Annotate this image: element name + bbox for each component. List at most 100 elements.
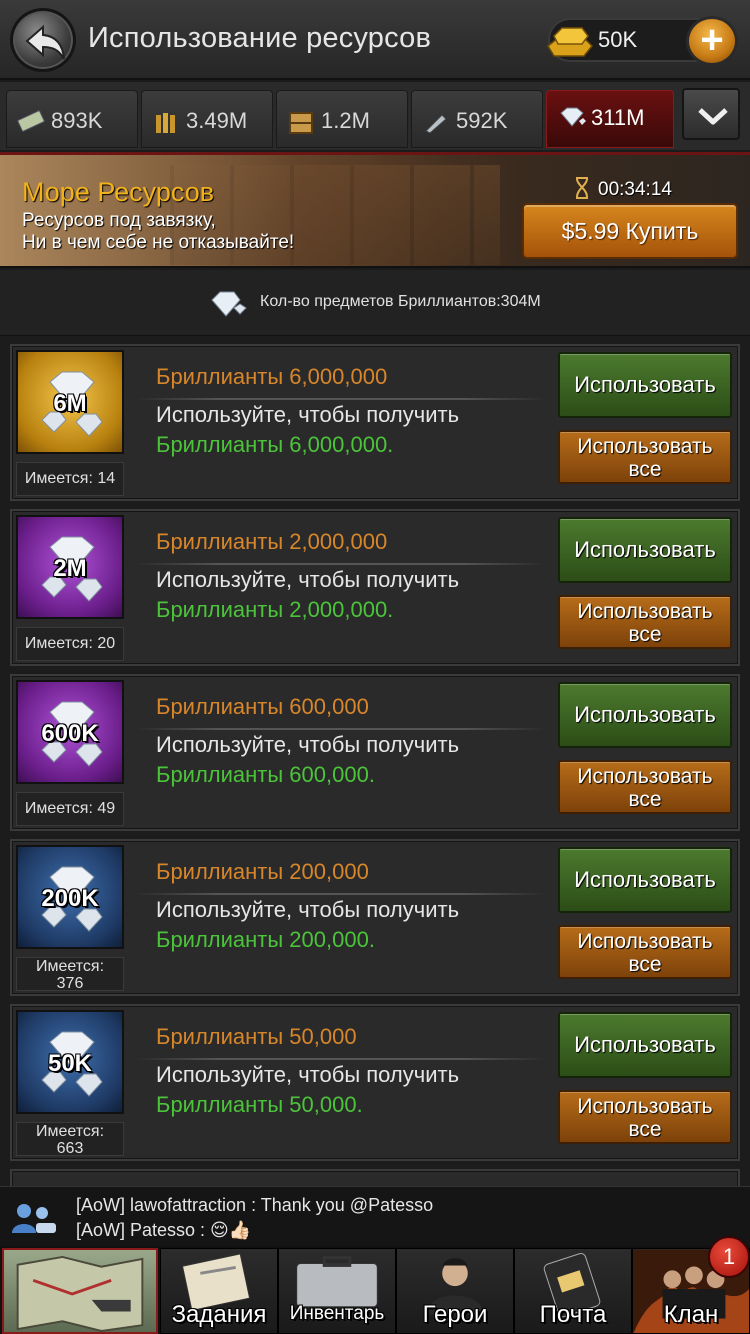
list-item: 2M Имеется: 20 Бриллианты 2,000,000 Испо… <box>10 509 740 666</box>
item-title: Бриллианты 600,000 <box>156 694 369 719</box>
item-reward: Бриллианты 600,000. <box>156 762 375 787</box>
list-item: 200K Имеется: 376 Бриллианты 200,000 Исп… <box>10 839 740 996</box>
divider <box>136 728 546 730</box>
nav-tasks[interactable]: Задания <box>160 1248 278 1334</box>
crates-value: 1.2M <box>321 108 370 133</box>
ammo-value: 3.49M <box>186 108 248 133</box>
header-bar: Использование ресурсов 50K + <box>0 0 750 80</box>
map-icon <box>16 1255 144 1332</box>
use-all-button[interactable]: Использовать все <box>558 760 732 814</box>
hourglass-icon <box>574 177 590 205</box>
buy-button[interactable]: $5.99 Купить <box>522 203 738 259</box>
banner-title: Море Ресурсов <box>22 177 215 207</box>
metal-value: 592K <box>456 108 508 133</box>
notification-badge: 1 <box>708 1236 750 1278</box>
use-button[interactable]: Использовать <box>558 847 732 913</box>
chevron-down-icon <box>698 108 728 125</box>
page-title: Использование ресурсов <box>88 22 432 54</box>
use-all-button[interactable]: Использовать все <box>558 1090 732 1144</box>
item-amount-badge: 600K <box>41 720 99 747</box>
add-gold-button[interactable]: + <box>686 16 738 66</box>
use-button[interactable]: Использовать <box>558 352 732 418</box>
item-owned-count: Имеется: 20 <box>16 627 124 661</box>
item-thumbnail: 200K <box>16 845 124 949</box>
item-amount-badge: 6M <box>53 390 87 417</box>
cash-value: 893K <box>51 108 103 133</box>
item-reward: Бриллианты 200,000. <box>156 927 375 952</box>
use-all-button[interactable]: Использовать все <box>558 925 732 979</box>
item-owned-count: Имеется: 376 <box>16 957 124 992</box>
item-description: Используйте, чтобы получить <box>156 402 460 427</box>
item-owned-count: Имеется: 663 <box>16 1122 124 1157</box>
banner-subtitle-2: Ни в чем себе не отказывайте! <box>22 232 295 253</box>
tab-crates[interactable]: 1.2M <box>276 90 408 148</box>
chat-message: [AoW] Patesso : 😌👍🏻 <box>76 1220 252 1240</box>
back-button[interactable] <box>10 8 76 72</box>
diamonds-value: 311M <box>591 105 645 130</box>
item-title: Бриллианты 200,000 <box>156 859 369 884</box>
item-title: Бриллианты 6,000,000 <box>156 364 388 389</box>
tab-cash[interactable]: 893K <box>6 90 138 148</box>
nav-label: Герои <box>422 1301 488 1328</box>
banner-subtitle-1: Ресурсов под завязку, <box>22 210 216 231</box>
use-button[interactable]: Использовать <box>558 682 732 748</box>
divider <box>136 563 546 565</box>
chat-icon <box>12 1204 56 1233</box>
item-owned-count: Имеется: 49 <box>16 792 124 826</box>
item-amount-badge: 50K <box>47 1050 93 1077</box>
item-thumbnail: 600K <box>16 680 124 784</box>
nav-label: Почта <box>539 1301 607 1328</box>
item-description: Используйте, чтобы получить <box>156 567 460 592</box>
item-count-row: Кол-во предметов Бриллиантов:304M <box>0 270 750 336</box>
list-item: 6M Имеется: 14 Бриллианты 6,000,000 Испо… <box>10 344 740 501</box>
chat-bar[interactable]: [AoW] lawofattraction : Thank you @Pates… <box>0 1186 750 1246</box>
item-description: Используйте, чтобы получить <box>156 732 460 757</box>
diamond-icon <box>557 105 587 135</box>
item-amount-badge: 200K <box>41 885 99 912</box>
gold-value: 50K <box>598 27 638 52</box>
resource-dropdown-button[interactable] <box>682 88 740 140</box>
list-item: 600K Имеется: 49 Бриллианты 600,000 Испо… <box>10 674 740 831</box>
item-owned-count: Имеется: 14 <box>16 462 124 496</box>
item-reward: Бриллианты 2,000,000. <box>156 597 394 622</box>
nav-label: Клан <box>663 1301 719 1328</box>
divider <box>136 893 546 895</box>
nav-map[interactable] <box>2 1248 158 1334</box>
use-all-button[interactable]: Использовать все <box>558 430 732 484</box>
use-button[interactable]: Использовать <box>558 1012 732 1078</box>
item-title: Бриллианты 50,000 <box>156 1024 357 1049</box>
gold-bars-icon <box>547 27 594 57</box>
plus-icon: + <box>700 18 724 62</box>
tab-diamonds[interactable]: 311M <box>546 90 674 148</box>
tab-ammo[interactable]: 3.49M <box>141 90 273 148</box>
item-description: Используйте, чтобы получить <box>156 1062 460 1087</box>
resource-tabs: 893K 3.49M 1.2M 592K 311M <box>0 82 750 150</box>
item-thumbnail: 50K <box>16 1010 124 1114</box>
nav-inventory[interactable]: Инвентарь <box>278 1248 396 1334</box>
item-list[interactable]: 6M Имеется: 14 Бриллианты 6,000,000 Испо… <box>0 336 750 1186</box>
use-button[interactable]: Использовать <box>558 517 732 583</box>
item-amount-badge: 2M <box>53 555 87 582</box>
item-title: Бриллианты 2,000,000 <box>156 529 388 554</box>
item-thumbnail: 2M <box>16 515 124 619</box>
nav-mail[interactable]: Почта <box>514 1248 632 1334</box>
use-all-button[interactable]: Использовать все <box>558 595 732 649</box>
tab-metal[interactable]: 592K <box>411 90 543 148</box>
item-thumbnail: 6M <box>16 350 124 454</box>
crate-icon <box>287 109 315 141</box>
diamond-icon <box>208 288 248 323</box>
back-arrow-icon <box>25 24 65 60</box>
list-item <box>10 1169 740 1186</box>
list-item: 50K Имеется: 663 Бриллианты 50,000 Испол… <box>10 1004 740 1161</box>
divider <box>136 1058 546 1060</box>
bottom-navigation: Задания Инвентарь Герои Почта Клан <box>0 1246 750 1334</box>
item-count-label: Кол-во предметов Бриллиантов:304M <box>260 293 541 310</box>
divider <box>136 398 546 400</box>
item-reward: Бриллианты 50,000. <box>156 1092 363 1117</box>
nav-label: Задания <box>171 1301 267 1328</box>
ammo-icon <box>152 109 180 141</box>
offer-banner: Море Ресурсов Ресурсов под завязку, Ни в… <box>0 152 750 268</box>
nav-heroes[interactable]: Герои <box>396 1248 514 1334</box>
item-reward: Бриллианты 6,000,000. <box>156 432 394 457</box>
item-description: Используйте, чтобы получить <box>156 897 460 922</box>
